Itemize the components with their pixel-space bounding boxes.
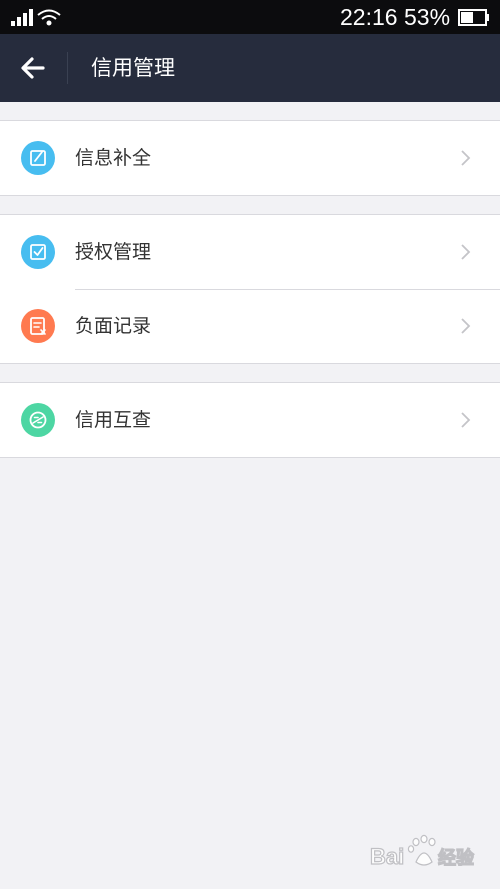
page-title: 信用管理 (91, 56, 175, 80)
menu-group-3: 信用互查 (0, 382, 500, 458)
negative-record-icon (21, 309, 55, 343)
menu-group-1: 信息补全 (0, 120, 500, 196)
chevron-right-icon (461, 318, 471, 334)
menu-item-authorization-management[interactable]: 授权管理 (0, 215, 500, 289)
mutual-check-icon (21, 403, 55, 437)
status-time: 22:16 (340, 4, 398, 30)
app-bar: 信用管理 (0, 34, 500, 102)
battery-percentage: 53% (404, 4, 451, 30)
baidu-jingyan-watermark: Bai 经验 (369, 834, 476, 870)
menu-group-2: 授权管理 负面记录 (0, 214, 500, 364)
chevron-right-icon (461, 150, 471, 166)
chevron-right-icon (461, 244, 471, 260)
signal-bars-icon (11, 9, 33, 26)
row-divider (75, 289, 500, 290)
svg-text:Bai: Bai (370, 844, 404, 869)
authorize-check-icon (21, 235, 55, 269)
menu-item-info-completion[interactable]: 信息补全 (0, 121, 500, 195)
svg-text:经验: 经验 (438, 847, 475, 868)
battery-icon (458, 9, 489, 26)
status-bar: 22:16 53% (0, 0, 500, 34)
back-button[interactable] (8, 44, 58, 92)
wifi-icon (37, 9, 61, 26)
menu-item-label: 信息补全 (75, 147, 152, 169)
header-divider (67, 52, 68, 84)
edit-icon (21, 141, 55, 175)
menu-item-credit-mutual-check[interactable]: 信用互查 (0, 383, 500, 457)
menu-item-label: 信用互查 (75, 409, 152, 431)
menu-item-negative-records[interactable]: 负面记录 (0, 289, 500, 363)
chevron-right-icon (461, 412, 471, 428)
menu-item-label: 负面记录 (75, 315, 152, 337)
menu-item-label: 授权管理 (75, 241, 152, 263)
arrow-left-icon (21, 57, 45, 79)
